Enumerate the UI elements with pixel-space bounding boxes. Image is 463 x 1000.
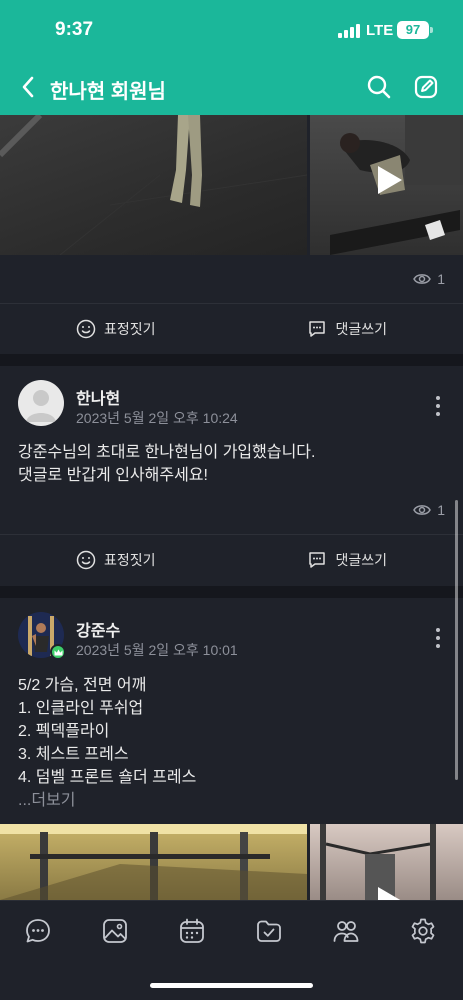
post-media-row <box>0 824 463 900</box>
post-body-line: 1. 인클라인 푸쉬업 <box>18 700 144 717</box>
smile-icon <box>76 550 96 570</box>
post-actions: 표정짓기 댓글쓰기 <box>0 535 463 585</box>
view-count: 1 <box>413 502 445 518</box>
post-photo[interactable] <box>0 115 307 255</box>
react-label: 표정짓기 <box>103 552 156 568</box>
gallery-icon <box>103 919 127 943</box>
play-icon[interactable] <box>372 884 406 900</box>
home-indicator[interactable] <box>150 983 313 988</box>
post-separator <box>0 586 463 598</box>
eye-icon <box>413 505 432 515</box>
post-date: 2023년 5월 2일 오후 10:24 <box>76 410 238 426</box>
network-label: LTE <box>366 22 394 39</box>
search-icon <box>367 75 391 99</box>
gym-photo-illustration <box>0 115 307 255</box>
comment-icon <box>309 321 326 337</box>
comment-button[interactable]: 댓글쓰기 <box>232 304 463 354</box>
status-bar: 9:37 LTE 97 <box>0 0 463 60</box>
post-date: 2023년 5월 2일 오후 10:01 <box>76 642 238 658</box>
scrollbar[interactable] <box>455 500 458 780</box>
compose-button[interactable] <box>411 72 441 102</box>
post-photo[interactable] <box>0 824 307 900</box>
post-body-line: 강준수님의 초대로 한나현님이 가입했습니다. <box>18 444 316 461</box>
play-icon[interactable] <box>372 163 406 197</box>
chat-icon <box>26 919 50 943</box>
view-count-value: 1 <box>437 502 445 518</box>
post-body-line: 5/2 가슴, 전면 어깨 <box>18 677 147 694</box>
tab-settings[interactable] <box>407 915 439 947</box>
calendar-icon <box>180 918 204 943</box>
smile-icon <box>76 319 96 339</box>
tab-calendar[interactable] <box>176 915 208 947</box>
post-body: 5/2 가슴, 전면 어깨 1. 인클라인 푸쉬업 2. 펙덱플라이 3. 체스… <box>18 674 196 812</box>
avatar[interactable] <box>18 380 64 426</box>
battery-tip <box>430 27 433 33</box>
post-separator <box>0 354 463 366</box>
view-count: 1 <box>413 271 445 287</box>
author-name[interactable]: 한나현 <box>76 385 120 409</box>
react-button[interactable]: 표정짓기 <box>0 535 232 585</box>
tab-gallery[interactable] <box>99 915 131 947</box>
app-header: 9:37 LTE 97 한나현 회원님 <box>0 0 463 115</box>
gym-rack-illustration <box>0 824 307 900</box>
post-video-thumbnail[interactable] <box>310 824 463 900</box>
page-title: 한나현 회원님 <box>50 81 166 103</box>
comment-button[interactable]: 댓글쓰기 <box>232 535 463 585</box>
react-button[interactable]: 표정짓기 <box>0 304 232 354</box>
post-body-line: 4. 덤벨 프론트 숄더 프레스 <box>18 769 197 786</box>
view-count-value: 1 <box>437 271 445 287</box>
post-body-line: 3. 체스트 프레스 <box>18 746 129 763</box>
more-options-button[interactable] <box>432 396 444 416</box>
post-media-row <box>0 115 463 255</box>
post-body: 강준수님의 초대로 한나현님이 가입했습니다. 댓글로 반갑게 인사해주세요! <box>18 441 315 487</box>
battery-icon: 97 <box>397 21 429 39</box>
status-time: 9:37 <box>55 19 94 40</box>
comment-label: 댓글쓰기 <box>335 552 388 568</box>
tab-chat[interactable] <box>22 915 54 947</box>
search-button[interactable] <box>364 72 394 102</box>
nav-bar: 한나현 회원님 <box>0 60 463 115</box>
compose-icon <box>414 75 438 99</box>
post-body-line: 2. 펙덱플라이 <box>18 723 110 740</box>
settings-icon <box>411 918 435 944</box>
back-button[interactable] <box>14 73 42 101</box>
eye-icon <box>413 274 432 284</box>
post-video-thumbnail[interactable] <box>310 115 463 255</box>
chevron-left-icon <box>22 76 34 98</box>
members-icon <box>333 921 359 942</box>
signal-icon <box>338 24 360 38</box>
comment-label: 댓글쓰기 <box>335 321 388 337</box>
comment-icon <box>309 552 326 568</box>
post-actions: 표정짓기 댓글쓰기 <box>0 304 463 354</box>
folder-check-icon <box>257 920 281 942</box>
tab-members[interactable] <box>330 915 362 947</box>
react-label: 표정짓기 <box>103 321 156 337</box>
read-more-link[interactable]: ...더보기 <box>18 789 196 812</box>
crown-badge-icon <box>50 644 66 660</box>
tab-files[interactable] <box>253 915 285 947</box>
more-options-button[interactable] <box>432 628 444 648</box>
author-name[interactable]: 강준수 <box>76 617 120 641</box>
default-avatar-icon <box>26 390 56 422</box>
post-body-line: 댓글로 반갑게 인사해주세요! <box>18 467 208 484</box>
